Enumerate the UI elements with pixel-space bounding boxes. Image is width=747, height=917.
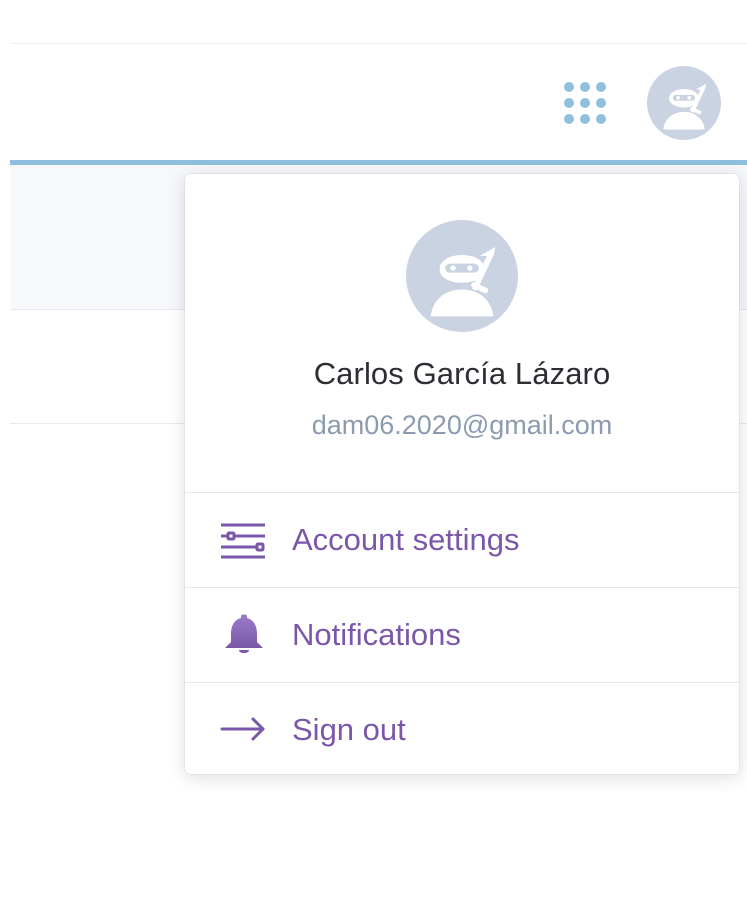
- apps-grid-button[interactable]: [560, 78, 610, 128]
- ninja-avatar-icon: [663, 83, 707, 130]
- bell-icon: [219, 614, 269, 656]
- menu-item-notifications[interactable]: Notifications: [185, 588, 739, 683]
- profile-email: dam06.2020@gmail.com: [311, 410, 613, 440]
- profile-summary: Carlos García Lázaro dam06.2020@gmail.co…: [185, 174, 739, 493]
- menu-item-label: Sign out: [292, 712, 406, 747]
- menu-item-sign-out[interactable]: Sign out: [185, 683, 739, 774]
- user-menu-dropdown: Carlos García Lázaro dam06.2020@gmail.co…: [185, 174, 739, 774]
- arrow-right-icon: [219, 709, 269, 751]
- menu-item-label: Account settings: [292, 522, 520, 557]
- ninja-avatar-icon: [430, 246, 496, 317]
- menu-item-account-settings[interactable]: Account settings: [185, 493, 739, 588]
- apps-grid-icon: [564, 82, 606, 124]
- menu-item-label: Notifications: [292, 617, 461, 652]
- profile-avatar: [406, 220, 518, 332]
- header-bar: [10, 44, 747, 160]
- user-avatar-button[interactable]: [647, 66, 721, 140]
- profile-name: Carlos García Lázaro: [313, 356, 611, 391]
- settings-sliders-icon: [219, 519, 269, 561]
